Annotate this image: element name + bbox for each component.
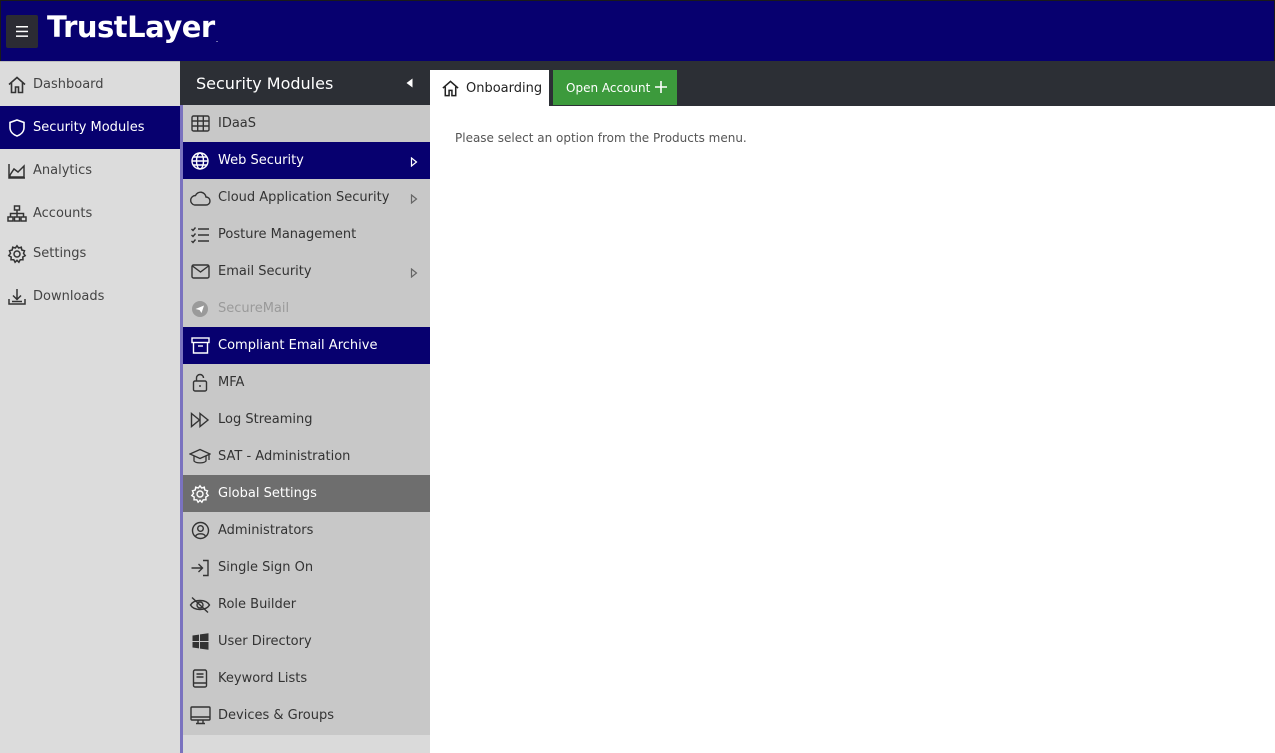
panel-item-label: User Directory — [218, 634, 312, 649]
panel-item-cloud-application-security[interactable]: Cloud Application Security — [183, 179, 430, 216]
panel-header: Security Modules — [180, 61, 433, 105]
fast-forward-icon — [189, 409, 211, 431]
panel-item-label: Administrators — [218, 523, 314, 538]
nav-item-label: Dashboard — [33, 77, 104, 92]
panel-item-idaas[interactable]: IDaaS — [183, 105, 430, 142]
panel-item-single-sign-on[interactable]: Single Sign On — [183, 549, 430, 586]
user-circle-icon — [189, 520, 211, 542]
collapse-panel-button[interactable] — [403, 77, 415, 89]
panel-item-label: Email Security — [218, 264, 312, 279]
nav-item-analytics[interactable]: Analytics — [0, 149, 180, 192]
panel-item-user-directory[interactable]: User Directory — [183, 623, 430, 660]
hamburger-menu-button[interactable] — [6, 15, 38, 48]
caret-right-icon — [410, 157, 418, 167]
panel-item-global-settings[interactable]: Global Settings — [183, 475, 430, 512]
panel-item-label: Posture Management — [218, 227, 357, 242]
shield-icon — [6, 117, 28, 139]
gear-icon — [6, 243, 28, 265]
home-icon — [440, 78, 460, 98]
panel-item-label: MFA — [218, 375, 245, 390]
cloud-icon — [189, 187, 211, 209]
logo[interactable]: TrustLayer. — [47, 10, 218, 44]
eye-slash-icon — [189, 594, 211, 616]
tab-bar: Onboarding Open Account — [430, 61, 1275, 106]
panel-item-devices-groups[interactable]: Devices & Groups — [183, 697, 430, 734]
sign-in-icon — [189, 557, 211, 579]
security-modules-panel: Security Modules IDaaS Web Security Clou… — [180, 61, 433, 753]
hamburger-icon — [16, 26, 28, 37]
nav-item-label: Settings — [33, 246, 87, 261]
globe-icon — [189, 150, 211, 172]
logo-mark: . — [215, 35, 219, 44]
chart-icon — [6, 160, 28, 182]
tab-onboarding[interactable]: Onboarding — [430, 70, 549, 106]
nav-item-label: Downloads — [33, 289, 105, 304]
panel-item-label: Devices & Groups — [218, 708, 334, 723]
panel-item-label: IDaaS — [218, 116, 257, 131]
left-navigation: Dashboard Security Modules Analytics Acc… — [0, 61, 180, 753]
archive-icon — [189, 335, 211, 357]
envelope-icon — [189, 261, 211, 283]
panel-item-role-builder[interactable]: Role Builder — [183, 586, 430, 623]
panel-item-email-security[interactable]: Email Security — [183, 253, 430, 290]
panel-item-posture-management[interactable]: Posture Management — [183, 216, 430, 253]
tab-label: Onboarding — [466, 80, 543, 96]
caret-right-icon — [410, 194, 418, 204]
empty-state-message: Please select an option from the Product… — [455, 131, 747, 145]
download-icon — [6, 286, 28, 308]
nav-item-downloads[interactable]: Downloads — [0, 275, 180, 318]
panel-item-compliant-email-archive[interactable]: Compliant Email Archive — [183, 327, 430, 364]
panel-item-label: SAT - Administration — [218, 449, 351, 464]
open-account-button[interactable]: Open Account — [553, 70, 677, 105]
plus-icon — [655, 81, 667, 93]
grid-icon — [189, 113, 211, 135]
panel-item-label: Single Sign On — [218, 560, 314, 575]
nav-item-accounts[interactable]: Accounts — [0, 192, 180, 235]
nav-item-security-modules[interactable]: Security Modules — [0, 106, 180, 149]
panel-item-administrators[interactable]: Administrators — [183, 512, 430, 549]
send-icon — [189, 298, 211, 320]
panel-item-label: Web Security — [218, 153, 304, 168]
top-header: TrustLayer. — [0, 0, 1275, 61]
logo-text: TrustLayer — [47, 10, 215, 44]
nav-item-label: Security Modules — [33, 120, 145, 135]
checklist-icon — [189, 224, 211, 246]
panel-title: Security Modules — [196, 73, 334, 93]
panel-item-mfa[interactable]: MFA — [183, 364, 430, 401]
nav-item-label: Accounts — [33, 206, 93, 221]
unlock-icon — [189, 372, 211, 394]
panel-footer-space — [183, 735, 430, 753]
panel-item-web-security[interactable]: Web Security — [183, 142, 430, 179]
open-account-label: Open Account — [566, 80, 651, 95]
panel-item-label: Compliant Email Archive — [218, 338, 378, 353]
caret-right-icon — [410, 268, 418, 278]
nav-item-settings[interactable]: Settings — [0, 232, 180, 275]
caret-left-icon — [406, 78, 412, 88]
gear-icon — [189, 483, 211, 505]
panel-item-label: SecureMail — [218, 301, 290, 316]
panel-item-log-streaming[interactable]: Log Streaming — [183, 401, 430, 438]
nav-item-dashboard[interactable]: Dashboard — [0, 63, 180, 106]
nav-item-label: Analytics — [33, 163, 93, 178]
graduation-cap-icon — [189, 446, 211, 468]
panel-item-label: Global Settings — [218, 486, 317, 501]
panel-item-label: Keyword Lists — [218, 671, 308, 686]
windows-icon — [189, 631, 211, 653]
org-chart-icon — [6, 203, 28, 225]
monitor-icon — [189, 705, 211, 727]
panel-item-securemail: SecureMail — [183, 290, 430, 327]
panel-item-sat-administration[interactable]: SAT - Administration — [183, 438, 430, 475]
panel-item-label: Cloud Application Security — [218, 190, 390, 205]
panel-item-label: Log Streaming — [218, 412, 313, 427]
home-icon — [6, 74, 28, 96]
panel-item-label: Role Builder — [218, 597, 297, 612]
book-icon — [189, 668, 211, 690]
panel-item-keyword-lists[interactable]: Keyword Lists — [183, 660, 430, 697]
